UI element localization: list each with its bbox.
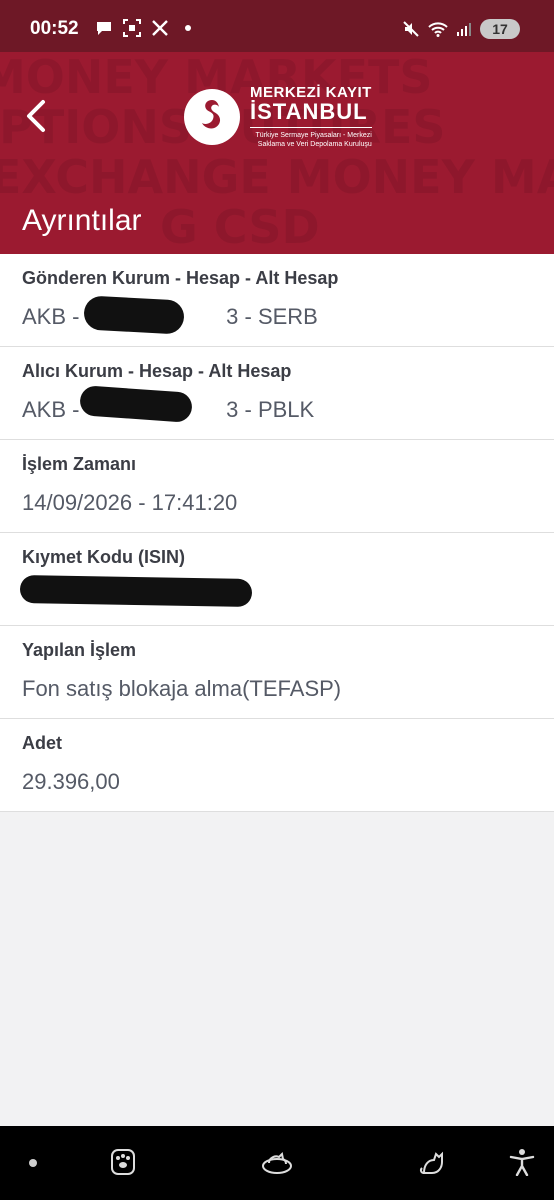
accessibility-icon[interactable] (504, 1144, 540, 1180)
page-title: Ayrıntılar (22, 204, 142, 237)
mkk-logo: MERKEZİ KAYIT İSTANBUL Türkiye Sermaye P… (184, 84, 372, 149)
wifi-icon (428, 22, 448, 37)
detail-label: Adet (22, 733, 62, 753)
app-header: MONEY MARKETS OPTIONS FUTURES EXCHANGE M… (0, 52, 554, 254)
redaction-mark (19, 574, 253, 608)
chat-bubble-icon (97, 22, 111, 35)
chevron-left-icon (27, 100, 45, 132)
status-bar: 00:52 17 (0, 0, 554, 52)
detail-label: Alıcı Kurum - Hesap - Alt Hesap (22, 361, 292, 381)
redaction-mark (83, 295, 185, 335)
detail-label: Yapılan İşlem (22, 640, 137, 660)
x-logo-icon (152, 20, 168, 36)
system-navigation-bar (0, 1126, 554, 1200)
screenshot-icon (123, 19, 141, 37)
detail-value: Fon satış blokaja alma(TEFASP) (22, 676, 342, 701)
dot-icon (185, 25, 191, 31)
detail-value: 29.396,00 (22, 769, 120, 794)
nav-dot-icon[interactable] (29, 1159, 37, 1167)
logo-subtitle: Türkiye Sermaye Piyasaları - Merkezi Sak… (255, 132, 372, 148)
detail-label: Gönderen Kurum - Hesap - Alt Hesap (22, 268, 339, 288)
logo-mark-icon (184, 88, 240, 145)
paw-icon[interactable] (105, 1144, 141, 1180)
detail-value: 14/09/2026 - 17:41:20 (22, 490, 238, 515)
detail-row-isin: Kıymet Kodu (ISIN) (0, 533, 554, 626)
detail-row-receiver: Alıcı Kurum - Hesap - Alt Hesap AKB - 3 … (0, 347, 554, 440)
battery-indicator: 17 (480, 19, 520, 39)
detail-row-time: İşlem Zamanı 14/09/2026 - 17:41:20 (0, 440, 554, 533)
mute-icon (403, 21, 419, 37)
signal-icon (457, 23, 471, 36)
cat-icon[interactable] (415, 1144, 451, 1180)
cat-bed-icon[interactable] (259, 1144, 295, 1180)
battery-level: 17 (492, 21, 508, 37)
logo-line-2: İSTANBUL (250, 99, 372, 128)
back-button[interactable] (14, 94, 58, 138)
detail-row-sender: Gönderen Kurum - Hesap - Alt Hesap AKB -… (0, 254, 554, 347)
detail-row-operation: Yapılan İşlem Fon satış blokaja alma(TEF… (0, 626, 554, 719)
details-list: Gönderen Kurum - Hesap - Alt Hesap AKB -… (0, 254, 554, 812)
detail-row-quantity: Adet 29.396,00 (0, 719, 554, 812)
status-time: 00:52 (30, 18, 79, 39)
detail-label: İşlem Zamanı (22, 454, 137, 474)
detail-label: Kıymet Kodu (ISIN) (22, 547, 186, 567)
